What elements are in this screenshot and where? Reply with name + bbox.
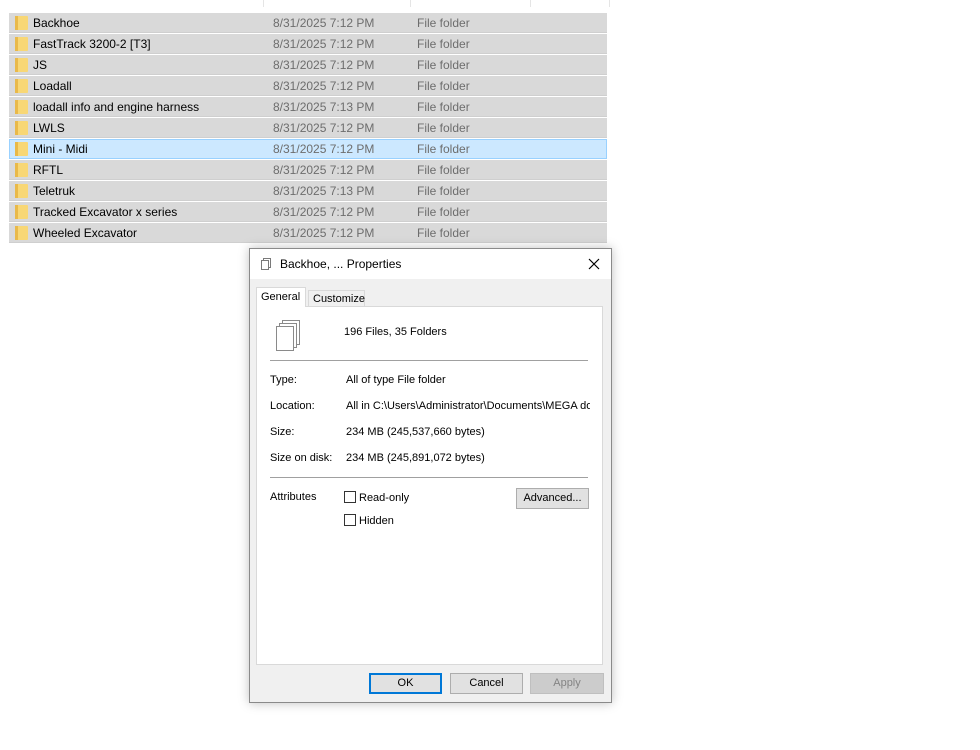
file-date: 8/31/2025 7:12 PM <box>273 37 375 51</box>
file-name: Teletruk <box>33 184 76 198</box>
file-type: File folder <box>417 16 470 30</box>
file-type: File folder <box>417 37 470 51</box>
file-name: FastTrack 3200-2 [T3] <box>33 37 151 51</box>
file-name: Loadall <box>33 79 72 93</box>
folder-icon <box>15 226 28 240</box>
size-label: Size: <box>270 426 295 438</box>
file-row[interactable]: Backhoe 8/31/2025 7:12 PM File folder <box>9 13 607 33</box>
file-date: 8/31/2025 7:13 PM <box>273 100 375 114</box>
file-row[interactable]: Loadall 8/31/2025 7:12 PM File folder <box>9 76 607 96</box>
file-row[interactable]: LWLS 8/31/2025 7:12 PM File folder <box>9 118 607 138</box>
file-row[interactable]: FastTrack 3200-2 [T3] 8/31/2025 7:12 PM … <box>9 34 607 54</box>
file-type: File folder <box>417 58 470 72</box>
column-header-separator[interactable] <box>530 0 531 7</box>
type-value: All of type File folder <box>346 374 446 386</box>
apply-button[interactable]: Apply <box>530 673 604 694</box>
file-row[interactable]: loadall info and engine harness 8/31/202… <box>9 97 607 117</box>
folder-icon <box>15 37 28 51</box>
file-row[interactable]: RFTL 8/31/2025 7:12 PM File folder <box>9 160 607 180</box>
file-date: 8/31/2025 7:12 PM <box>273 58 375 72</box>
multiple-files-icon <box>261 258 271 270</box>
folder-icon <box>15 16 28 30</box>
close-icon <box>588 258 600 270</box>
column-header-separator[interactable] <box>609 0 610 7</box>
column-header-separator[interactable] <box>263 0 264 7</box>
file-type: File folder <box>417 142 470 156</box>
multiple-files-icon <box>276 320 300 351</box>
folder-icon <box>15 79 28 93</box>
hidden-checkbox[interactable] <box>344 514 356 526</box>
file-type: File folder <box>417 163 470 177</box>
folder-icon <box>15 142 28 156</box>
read-only-label[interactable]: Read-only <box>359 492 409 504</box>
file-name: RFTL <box>33 163 63 177</box>
tab-customize[interactable]: Customize <box>308 290 365 307</box>
file-row[interactable]: Wheeled Excavator 8/31/2025 7:12 PM File… <box>9 223 607 243</box>
file-type: File folder <box>417 184 470 198</box>
location-label: Location: <box>270 400 315 412</box>
file-name: Backhoe <box>33 16 80 30</box>
hidden-label[interactable]: Hidden <box>359 515 394 527</box>
folder-icon <box>15 184 28 198</box>
size-on-disk-value: 234 MB (245,891,072 bytes) <box>346 452 485 464</box>
type-label: Type: <box>270 374 297 386</box>
folder-icon <box>15 58 28 72</box>
size-on-disk-label: Size on disk: <box>270 452 333 464</box>
file-type: File folder <box>417 121 470 135</box>
file-name: JS <box>33 58 48 72</box>
cancel-button[interactable]: Cancel <box>450 673 523 694</box>
ok-button[interactable]: OK <box>369 673 442 694</box>
file-date: 8/31/2025 7:12 PM <box>273 79 375 93</box>
file-type: File folder <box>417 226 470 240</box>
folder-icon <box>15 163 28 177</box>
file-name: Mini - Midi <box>33 142 88 156</box>
file-name: loadall info and engine harness <box>33 100 200 114</box>
size-value: 234 MB (245,537,660 bytes) <box>346 426 485 438</box>
file-date: 8/31/2025 7:12 PM <box>273 142 375 156</box>
file-name: Wheeled Excavator <box>33 226 138 240</box>
file-type: File folder <box>417 205 470 219</box>
column-header-separator[interactable] <box>410 0 411 7</box>
file-row[interactable]: Tracked Excavator x series 8/31/2025 7:1… <box>9 202 607 222</box>
file-row[interactable]: JS 8/31/2025 7:12 PM File folder <box>9 55 607 75</box>
file-date: 8/31/2025 7:12 PM <box>273 226 375 240</box>
attributes-label: Attributes <box>270 491 317 503</box>
dialog-title: Backhoe, ... Properties <box>280 257 402 271</box>
location-value: All in C:\Users\Administrator\Documents\… <box>346 400 590 412</box>
tab-general[interactable]: General <box>256 287 306 307</box>
file-date: 8/31/2025 7:12 PM <box>273 16 375 30</box>
folder-icon <box>15 100 28 114</box>
close-button[interactable] <box>577 249 611 279</box>
divider <box>270 360 588 361</box>
file-type: File folder <box>417 100 470 114</box>
file-row[interactable]: Teletruk 8/31/2025 7:13 PM File folder <box>9 181 607 201</box>
folder-icon <box>15 121 28 135</box>
file-list: Backhoe 8/31/2025 7:12 PM File folder Fa… <box>9 13 607 244</box>
file-row-focused[interactable]: Mini - Midi 8/31/2025 7:12 PM File folde… <box>9 139 607 159</box>
divider <box>270 477 588 478</box>
advanced-button[interactable]: Advanced... <box>516 488 589 509</box>
file-date: 8/31/2025 7:12 PM <box>273 121 375 135</box>
file-date: 8/31/2025 7:12 PM <box>273 163 375 177</box>
file-date: 8/31/2025 7:13 PM <box>273 184 375 198</box>
file-name: LWLS <box>33 121 65 135</box>
folder-icon <box>15 205 28 219</box>
selection-summary: 196 Files, 35 Folders <box>344 326 447 338</box>
dialog-titlebar[interactable]: Backhoe, ... Properties <box>250 249 611 279</box>
read-only-checkbox[interactable] <box>344 491 356 503</box>
file-name: Tracked Excavator x series <box>33 205 178 219</box>
file-date: 8/31/2025 7:12 PM <box>273 205 375 219</box>
file-type: File folder <box>417 79 470 93</box>
